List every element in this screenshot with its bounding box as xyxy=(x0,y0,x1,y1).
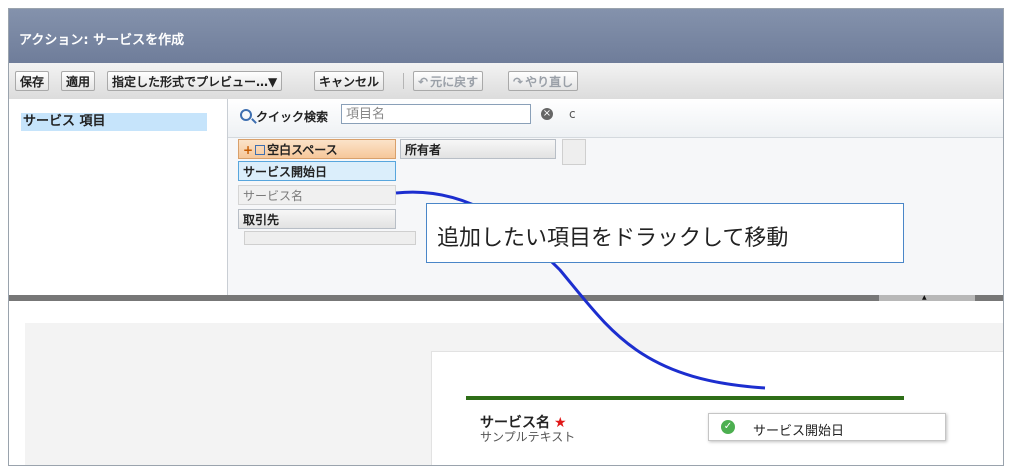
callout-text: 追加したい項目をドラックして移動 xyxy=(437,226,789,251)
instruction-callout: 追加したい項目をドラックして移動 xyxy=(426,203,904,263)
quick-find-input[interactable] xyxy=(341,104,531,124)
palette-scroll-icon[interactable]: c xyxy=(569,107,576,121)
palette-field-area: クイック検索 × c + 空白スペース 所有者 サービス開始日 サービス名 取引先 xyxy=(228,99,1003,295)
palette-field-start-date[interactable]: サービス開始日 xyxy=(238,161,396,181)
window-title: アクション: サービスを作成 xyxy=(19,33,185,48)
redo-label: やり直し xyxy=(525,75,574,89)
layout-field-sample: サンプルテキスト xyxy=(480,430,576,444)
toolbar-separator xyxy=(403,73,404,89)
preview-as-button[interactable]: 指定した形式でプレビュー…▼ xyxy=(107,71,283,91)
dragging-field-chip[interactable]: ✓ サービス開始日 xyxy=(708,413,946,441)
undo-button[interactable]: ↶ 元に戻す xyxy=(413,71,484,91)
dragging-field-label: サービス開始日 xyxy=(753,424,845,439)
field-placeholder xyxy=(244,231,416,245)
apply-button[interactable]: 適用 xyxy=(61,71,96,91)
drop-indicator xyxy=(466,396,904,400)
palette-field-label: 空白スペース xyxy=(267,143,338,157)
palette-field-service-name[interactable]: サービス名 xyxy=(238,185,396,205)
palette-category-list: サービス 項目 xyxy=(9,99,228,295)
field-placeholder xyxy=(562,139,586,165)
plus-icon: + xyxy=(243,143,254,157)
undo-icon: ↶ xyxy=(418,75,429,89)
check-icon: ✓ xyxy=(721,420,735,434)
quick-find-bar: クイック検索 × c xyxy=(228,99,1003,138)
layout-section xyxy=(431,351,1003,465)
undo-label: 元に戻す xyxy=(430,75,479,89)
window-titlebar: アクション: サービスを作成 xyxy=(9,9,1003,63)
cancel-button[interactable]: キャンセル xyxy=(314,71,385,91)
palette-field-account[interactable]: 取引先 xyxy=(238,209,396,229)
redo-button[interactable]: ↷ やり直し xyxy=(508,71,579,91)
redo-icon: ↷ xyxy=(513,75,524,89)
clear-icon[interactable]: × xyxy=(541,108,553,120)
toolbar: 保存 適用 指定した形式でプレビュー…▼ キャンセル ↶ 元に戻す ↷ やり直し xyxy=(9,63,1003,100)
category-item-service-fields[interactable]: サービス 項目 xyxy=(21,113,207,131)
search-icon xyxy=(240,109,252,121)
field-palette: サービス 項目 クイック検索 × c + 空白スペース 所有者 サービス開始日 サ… xyxy=(9,99,1003,295)
palette-field-blank-space[interactable]: + 空白スペース xyxy=(238,139,396,159)
save-button[interactable]: 保存 xyxy=(15,71,50,91)
quick-find-label: クイック検索 xyxy=(256,110,329,124)
palette-field-owner[interactable]: 所有者 xyxy=(400,139,556,159)
blank-space-icon xyxy=(255,145,266,155)
